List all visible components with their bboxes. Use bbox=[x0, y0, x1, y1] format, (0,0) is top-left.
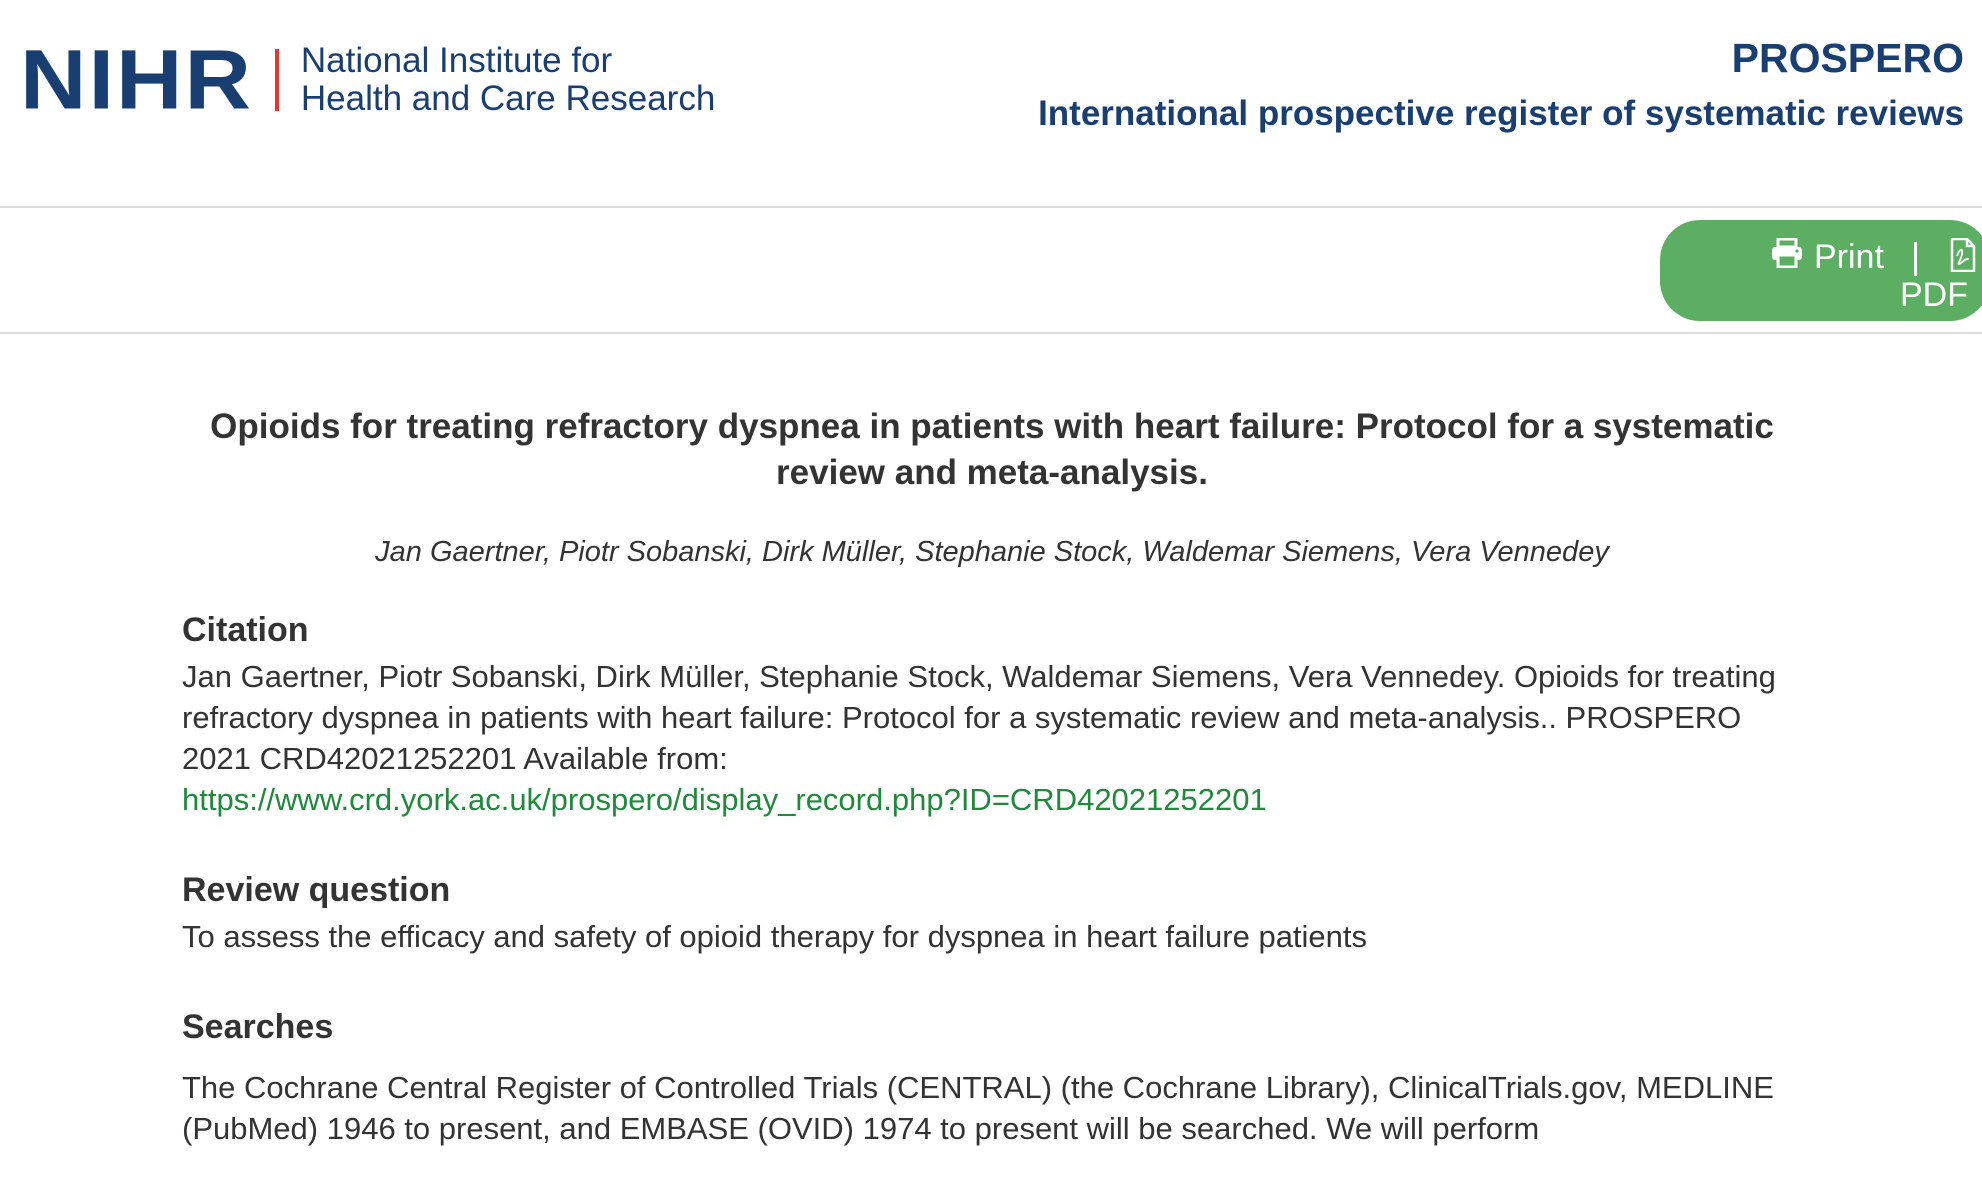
nihr-logo[interactable]: NIHR National Institute for Health and C… bbox=[20, 33, 715, 127]
pdf-file-icon[interactable] bbox=[1950, 237, 1976, 277]
citation-body: Jan Gaertner, Piotr Sobanski, Dirk Mülle… bbox=[182, 659, 1776, 776]
review-question-section: Review question To assess the efficacy a… bbox=[182, 868, 1802, 957]
logo-text-line1: National Institute for bbox=[300, 41, 613, 80]
site-header: NIHR National Institute for Health and C… bbox=[0, 0, 1982, 208]
export-actions: Print PDF bbox=[1660, 220, 1982, 321]
searches-section: Searches The Cochrane Central Register o… bbox=[182, 1005, 1802, 1149]
record-title: Opioids for treating refractory dyspnea … bbox=[210, 407, 1774, 492]
logo-text-line2: Health and Care Research bbox=[300, 79, 716, 118]
toolbar-separator bbox=[1914, 242, 1917, 276]
citation-heading: Citation bbox=[182, 611, 309, 649]
review-question-heading: Review question bbox=[182, 871, 451, 909]
logo-mark: NIHR bbox=[20, 33, 253, 127]
printer-icon bbox=[1770, 237, 1804, 277]
searches-heading: Searches bbox=[182, 1008, 334, 1046]
record-authors: Jan Gaertner, Piotr Sobanski, Dirk Mülle… bbox=[375, 536, 1609, 568]
prospero-brand: PROSPERO International prospective regis… bbox=[1038, 32, 1964, 144]
pdf-link[interactable]: PDF bbox=[1900, 276, 1968, 315]
print-label: Print bbox=[1814, 238, 1884, 276]
logo-divider bbox=[274, 49, 279, 111]
record-content: Opioids for treating refractory dyspnea … bbox=[182, 334, 1802, 1149]
brand-tagline: International prospective register of sy… bbox=[1038, 94, 1964, 133]
record-toolbar: Print PDF bbox=[0, 208, 1982, 334]
print-button[interactable]: Print bbox=[1770, 237, 1884, 277]
citation-text: Jan Gaertner, Piotr Sobanski, Dirk Mülle… bbox=[182, 656, 1802, 820]
searches-text: The Cochrane Central Register of Control… bbox=[182, 1070, 1774, 1146]
brand-name[interactable]: PROSPERO bbox=[1038, 32, 1964, 84]
logo-text: National Institute for Health and Care R… bbox=[301, 42, 715, 118]
record-url-link[interactable]: https://www.crd.york.ac.uk/prospero/disp… bbox=[182, 782, 1267, 817]
review-question-text: To assess the efficacy and safety of opi… bbox=[182, 919, 1368, 954]
citation-section: Citation Jan Gaertner, Piotr Sobanski, D… bbox=[182, 608, 1802, 820]
